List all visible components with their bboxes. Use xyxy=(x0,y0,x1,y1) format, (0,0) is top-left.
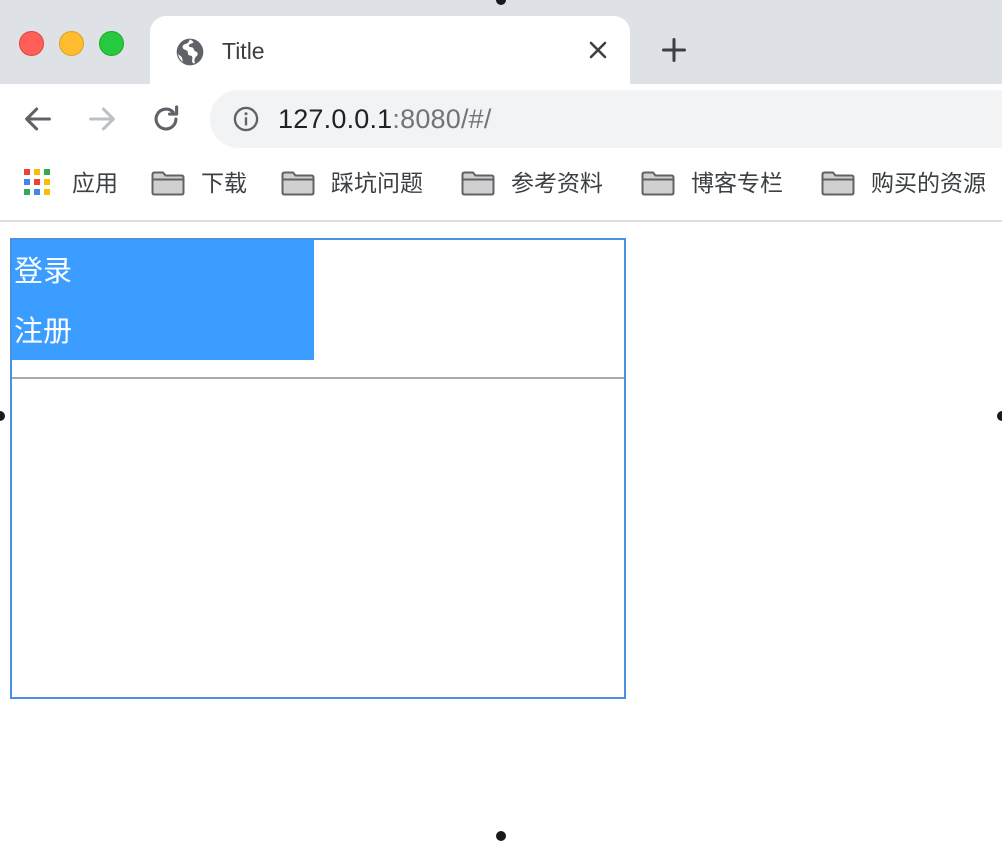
bookmark-folder-downloads[interactable]: 下载 xyxy=(151,168,247,198)
window-maximize-button[interactable] xyxy=(99,31,124,56)
bookmark-folder-references[interactable]: 参考资料 xyxy=(461,168,603,198)
bookmark-folder-blog[interactable]: 博客专栏 xyxy=(641,168,783,198)
folder-icon xyxy=(641,171,675,196)
bookmark-label: 购买的资源 xyxy=(871,170,986,196)
active-tab[interactable]: Title xyxy=(150,16,630,84)
back-arrow-icon[interactable] xyxy=(21,102,55,136)
nav-menu: 登录 注册 xyxy=(12,240,314,360)
close-tab-icon[interactable] xyxy=(586,38,610,62)
reload-icon[interactable] xyxy=(149,102,183,136)
globe-icon xyxy=(176,38,204,66)
folder-icon xyxy=(821,171,855,196)
bookmark-folder-pitfalls[interactable]: 踩坑问题 xyxy=(281,168,423,198)
menu-item-login[interactable]: 登录 xyxy=(14,254,72,290)
bookmark-label: 下载 xyxy=(201,170,247,196)
browser-toolbar: 127.0.0.1:8080/#/ xyxy=(0,84,1002,156)
resize-handle-dot xyxy=(496,831,506,841)
forward-arrow-icon[interactable] xyxy=(85,102,119,136)
url-text[interactable]: 127.0.0.1:8080/#/ xyxy=(278,103,492,135)
url-path: :8080/#/ xyxy=(392,104,492,134)
folder-icon xyxy=(281,171,315,196)
tab-title: Title xyxy=(222,38,265,64)
address-bar[interactable]: 127.0.0.1:8080/#/ xyxy=(210,90,1002,148)
resize-handle-dot xyxy=(997,411,1002,421)
app-container: 登录 注册 xyxy=(10,238,626,699)
url-host: 127.0.0.1 xyxy=(278,104,393,134)
bookmark-apps[interactable]: 应用 xyxy=(24,168,118,198)
resize-handle-dot xyxy=(0,411,5,421)
plus-icon[interactable] xyxy=(660,36,688,64)
window-minimize-button[interactable] xyxy=(59,31,84,56)
folder-icon xyxy=(461,171,495,196)
bookmark-label: 应用 xyxy=(72,170,118,196)
info-icon[interactable] xyxy=(232,105,260,133)
bookmark-label: 博客专栏 xyxy=(691,170,783,196)
apps-grid-icon xyxy=(24,169,52,197)
bookmark-label: 踩坑问题 xyxy=(331,170,423,196)
folder-icon xyxy=(151,171,185,196)
menu-item-register[interactable]: 注册 xyxy=(14,314,72,350)
bookmark-label: 参考资料 xyxy=(511,170,603,196)
horizontal-divider xyxy=(12,377,624,379)
bookmark-folder-purchased[interactable]: 购买的资源 xyxy=(821,168,986,198)
tab-strip: Title xyxy=(0,0,1002,84)
window-close-button[interactable] xyxy=(19,31,44,56)
bookmarks-bar: 应用 下载 踩坑问题 参考资料 博客专栏 购买的资源 xyxy=(0,156,1002,222)
